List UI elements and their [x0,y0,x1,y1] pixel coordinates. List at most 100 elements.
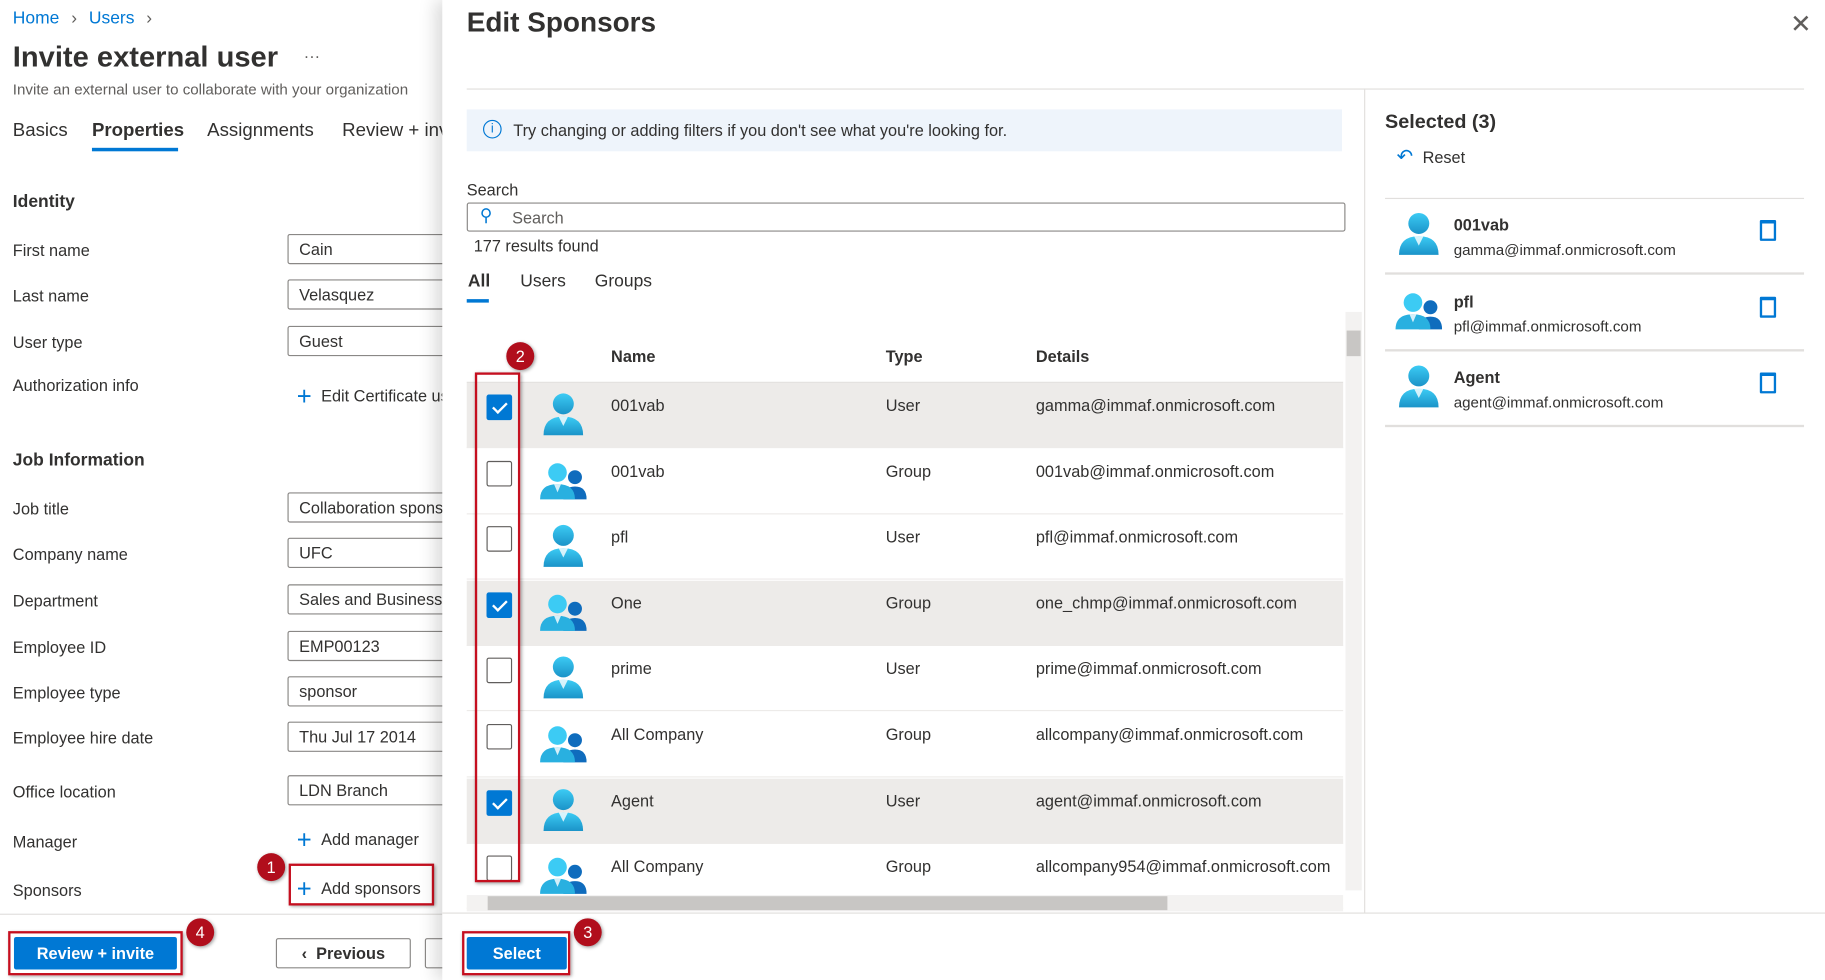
hire-date-label: Employee hire date [13,729,153,748]
annotation-box-2 [475,372,520,882]
breadcrumb-users[interactable]: Users [89,8,135,28]
dialog-title: Edit Sponsors [467,7,656,40]
column-header-name[interactable]: Name [611,347,655,366]
user-icon [540,655,587,705]
selected-name: Agent [1454,368,1500,387]
tab-users[interactable]: Users [520,271,566,291]
row-details: gamma@immaf.onmicrosoft.com [1036,396,1275,415]
breadcrumb: Home › Users › [13,8,159,28]
row-details: agent@immaf.onmicrosoft.com [1036,791,1262,810]
department-label: Department [13,591,98,610]
selected-email: pfl@immaf.onmicrosoft.com [1454,317,1642,334]
user-icon [1396,363,1443,415]
group-icon [540,720,587,770]
chevron-right-icon: › [146,8,152,28]
annotation-badge-4: 4 [186,918,214,946]
delete-icon[interactable] [1760,372,1776,393]
table-row[interactable]: 001vab Group 001vab@immaf.onmicrosoft.co… [467,449,1343,514]
tab-assignments[interactable]: Assignments [207,121,314,142]
footer-divider [0,914,442,915]
first-name-label: First name [13,241,90,260]
delete-icon[interactable] [1760,296,1776,317]
row-type: User [886,791,920,810]
table-row[interactable]: 001vab User gamma@immaf.onmicrosoft.com [467,383,1343,448]
panel-divider [1364,88,1365,912]
tab-groups[interactable]: Groups [595,271,652,291]
scrollbar-thumb[interactable] [488,896,1168,910]
row-name: Agent [611,791,654,810]
add-manager-label: Add manager [321,830,419,849]
breadcrumb-home[interactable]: Home [13,8,60,28]
sponsors-label: Sponsors [13,881,82,900]
info-icon: i [483,120,502,139]
scrollbar-thumb[interactable] [1347,331,1361,357]
table-row[interactable]: All Company Group allcompany@immaf.onmic… [467,712,1343,777]
row-details: allcompany954@immaf.onmicrosoft.com [1036,857,1331,876]
active-tab-indicator [92,148,178,151]
search-input[interactable]: ⚲ Search [467,203,1346,232]
header-divider [467,88,1804,89]
selected-title: Selected (3) [1385,111,1496,134]
row-name: All Company [611,725,703,744]
row-type: Group [886,462,931,481]
user-type-label: User type [13,333,83,352]
selected-email: gamma@immaf.onmicrosoft.com [1454,241,1676,258]
row-type: Group [886,593,931,612]
annotation-box-3 [462,931,570,975]
selected-item: Agent agent@immaf.onmicrosoft.com [1385,351,1804,427]
row-name: All Company [611,857,703,876]
info-bar: i Try changing or adding filters if you … [467,109,1342,151]
info-message: Try changing or adding filters if you do… [513,121,1007,140]
annotation-box-1 [289,864,434,906]
user-icon [1396,211,1443,263]
delete-icon[interactable] [1760,220,1776,241]
table-row[interactable]: prime User prime@immaf.onmicrosoft.com [467,646,1343,711]
row-type: User [886,659,920,678]
tab-properties[interactable]: Properties [92,121,184,142]
previous-label: Previous [316,944,385,963]
chevron-left-icon: ‹ [302,944,316,963]
annotation-badge-1: 1 [257,853,285,881]
column-header-details[interactable]: Details [1036,347,1089,366]
previous-button[interactable]: ‹ Previous [276,938,411,968]
annotation-badge-2: 2 [506,342,534,370]
column-header-type[interactable]: Type [886,347,923,366]
tab-basics[interactable]: Basics [13,121,68,142]
job-title-label: Job title [13,499,69,518]
page-subtitle: Invite an external user to collaborate w… [13,80,408,97]
results-count: 177 results found [474,236,599,255]
manager-label: Manager [13,832,77,851]
selected-name: 001vab [1454,215,1509,234]
horizontal-scrollbar[interactable] [467,895,1343,911]
row-details: 001vab@immaf.onmicrosoft.com [1036,462,1274,481]
row-name: prime [611,659,652,678]
selected-item: 001vab gamma@immaf.onmicrosoft.com [1385,199,1804,275]
company-name-label: Company name [13,545,128,564]
row-type: Group [886,725,931,744]
plus-icon: + [297,825,312,854]
user-icon [540,786,587,836]
annotation-badge-3: 3 [574,918,602,946]
vertical-scrollbar[interactable] [1345,312,1361,890]
table-row[interactable]: Agent User agent@immaf.onmicrosoft.com [467,778,1343,843]
row-details: one_chmp@immaf.onmicrosoft.com [1036,593,1297,612]
table-row[interactable]: One Group one_chmp@immaf.onmicrosoft.com [467,581,1343,646]
user-icon [540,391,587,441]
employee-type-label: Employee type [13,683,121,702]
last-name-label: Last name [13,286,89,305]
user-icon [540,523,587,573]
tab-all[interactable]: All [468,271,490,291]
row-name: 001vab [611,462,664,481]
selected-item: pfl pfl@immaf.onmicrosoft.com [1385,275,1804,351]
more-options-button[interactable]: ··· [304,47,320,66]
row-name: One [611,593,642,612]
close-icon[interactable]: ✕ [1790,9,1811,39]
chevron-right-icon: › [71,8,77,28]
selected-name: pfl [1454,292,1474,311]
annotation-box-4 [8,931,183,975]
add-manager-button[interactable]: + Add manager [297,825,419,855]
table-row[interactable]: pfl User pfl@immaf.onmicrosoft.com [467,515,1343,580]
reset-button[interactable]: ↶Reset [1397,145,1465,168]
active-tab-indicator [467,299,489,302]
row-details: prime@immaf.onmicrosoft.com [1036,659,1262,678]
